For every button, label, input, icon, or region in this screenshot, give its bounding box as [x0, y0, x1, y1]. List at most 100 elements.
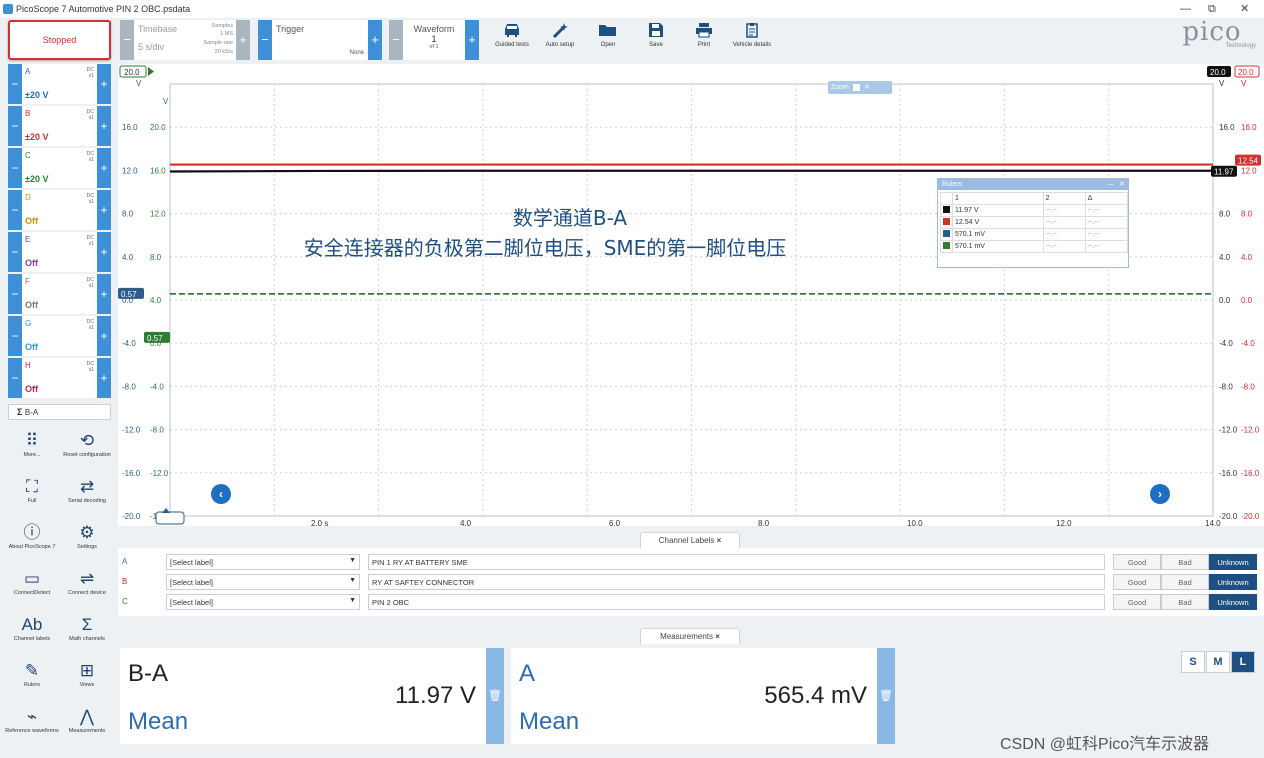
channel-range-decrease-button[interactable]: −	[8, 316, 22, 356]
channel-g-control[interactable]: − G DC x1 Off +	[8, 316, 111, 356]
size-medium-button[interactable]: M	[1206, 651, 1230, 673]
trigger-increase-button[interactable]: +	[368, 20, 382, 60]
rulers-button[interactable]: ✎ Rulers	[5, 660, 59, 688]
good-button[interactable]: Good	[1113, 594, 1161, 610]
unknown-button[interactable]: Unknown	[1209, 574, 1257, 590]
print-button[interactable]: Print	[680, 22, 728, 48]
channel-labels-tab[interactable]: Channel Labels ×	[640, 532, 740, 548]
channel-e-control[interactable]: − E DC x1 Off +	[8, 232, 111, 272]
good-button[interactable]: Good	[1113, 574, 1161, 590]
channel-range-increase-button[interactable]: +	[97, 64, 111, 104]
measurements-tab[interactable]: Measurements ×	[640, 628, 740, 644]
scope-view[interactable]: 16.020.016.016.012.016.012.012.08.012.08…	[118, 64, 1264, 528]
y-unit-right-red: V	[1241, 79, 1247, 88]
math-channel-item[interactable]: Σ B-A	[8, 404, 111, 420]
timebase-increase-button[interactable]: +	[236, 20, 250, 60]
views-button[interactable]: ⊞ Views	[60, 660, 114, 688]
reset-configuration-button[interactable]: ⟲ Reset configuration	[60, 430, 114, 458]
close-icon[interactable]: ✕	[1240, 0, 1249, 18]
rulers-panel[interactable]: Rulers — ✕ 12Δ 11.97 V --.-- --.-- 12.54…	[937, 178, 1129, 268]
channel-range-decrease-button[interactable]: −	[8, 232, 22, 272]
y-tick-right-red: -8.0	[1241, 382, 1255, 391]
probe-value: x1	[88, 325, 94, 331]
next-waveform-button[interactable]: ›	[1150, 484, 1170, 504]
fullscreen-icon: ⛶	[26, 477, 38, 496]
channel-range-decrease-button[interactable]: −	[8, 148, 22, 188]
channel-id: H	[25, 361, 31, 370]
channel-f-control[interactable]: − F DC x1 Off +	[8, 274, 111, 314]
bad-button[interactable]: Bad	[1161, 574, 1209, 590]
size-small-button[interactable]: S	[1181, 651, 1205, 673]
settings-button[interactable]: ⚙ Settings	[60, 522, 114, 550]
stop-start-button[interactable]: Stopped	[8, 20, 111, 60]
save-button[interactable]: Save	[632, 22, 680, 48]
delete-measurement-button[interactable]: 🗑	[486, 648, 504, 744]
label-select-dropdown[interactable]: [Select label] ▼	[166, 594, 360, 610]
channel-range-increase-button[interactable]: +	[97, 106, 111, 146]
connectdetect-button[interactable]: ▭ ConnectDetect	[5, 568, 59, 596]
channel-a-control[interactable]: − A DC x1 ±20 V +	[8, 64, 111, 104]
time-ruler-handle[interactable]	[155, 511, 185, 525]
label-select-dropdown[interactable]: [Select label] ▼	[166, 574, 360, 590]
full-button[interactable]: ⛶ Full	[5, 476, 59, 504]
measurement-card[interactable]: B-A 11.97 V Mean	[120, 648, 486, 744]
timebase-decrease-button[interactable]: −	[120, 20, 134, 60]
trace-b-a	[169, 169, 1213, 173]
serial-decoding-button[interactable]: ⇄ Serial decoding	[60, 476, 114, 504]
channel-b-control[interactable]: − B DC x1 ±20 V +	[8, 106, 111, 146]
about-picoscope-7-button[interactable]: ⓘ About PicoScope 7	[5, 522, 59, 550]
channel-range-decrease-button[interactable]: −	[8, 274, 22, 314]
bad-button[interactable]: Bad	[1161, 594, 1209, 610]
delete-measurement-button[interactable]: 🗑	[877, 648, 895, 744]
timebase-control[interactable]: Timebase 5 s/div Samples 1 MS Sample rat…	[134, 20, 236, 60]
open-button[interactable]: Open	[584, 22, 632, 48]
previous-waveform-button[interactable]: ‹	[211, 484, 231, 504]
connect-device-button[interactable]: ⇌ Connect device	[60, 568, 114, 596]
more--button[interactable]: ⠿ More...	[5, 430, 59, 458]
rulers-close-icon[interactable]: ✕	[1119, 179, 1125, 190]
channel-range-decrease-button[interactable]: −	[8, 190, 22, 230]
measurements-button[interactable]: ⋀ Measurements	[60, 706, 114, 734]
math-channels-button[interactable]: Σ Math channels	[60, 614, 114, 642]
channel-range-decrease-button[interactable]: −	[8, 64, 22, 104]
zoom-restore-icon[interactable]	[852, 83, 860, 91]
channel-c-control[interactable]: − C DC x1 ±20 V +	[8, 148, 111, 188]
auto-setup-button[interactable]: Auto setup	[536, 22, 584, 48]
label-text-input[interactable]: PIN 1 RY AT BATTERY SME	[368, 554, 1105, 570]
minimize-icon[interactable]: —	[1180, 0, 1191, 18]
label-text-input[interactable]: PIN 2 OBC	[368, 594, 1105, 610]
measurement-card[interactable]: A 565.4 mV Mean	[511, 648, 877, 744]
channel-range-increase-button[interactable]: +	[97, 358, 111, 398]
bad-button[interactable]: Bad	[1161, 554, 1209, 570]
views-icon: ⊞	[79, 661, 95, 680]
unknown-button[interactable]: Unknown	[1209, 594, 1257, 610]
waveform-control[interactable]: Waveform 1 of 1	[403, 20, 465, 60]
guided-tests-button[interactable]: Guided tests	[488, 22, 536, 48]
channel-range-decrease-button[interactable]: −	[8, 106, 22, 146]
waveform-decrease-button[interactable]: −	[389, 20, 403, 60]
channel-range-increase-button[interactable]: +	[97, 148, 111, 188]
label-select-dropdown[interactable]: [Select label] ▼	[166, 554, 360, 570]
zoom-close-icon[interactable]: ✕	[864, 84, 870, 91]
trigger-control[interactable]: Trigger None	[272, 20, 368, 60]
trigger-decrease-button[interactable]: −	[258, 20, 272, 60]
good-button[interactable]: Good	[1113, 554, 1161, 570]
channel-range-increase-button[interactable]: +	[97, 232, 111, 272]
channel-range-increase-button[interactable]: +	[97, 190, 111, 230]
channel-d-control[interactable]: − D DC x1 Off +	[8, 190, 111, 230]
vehicle-details-button[interactable]: Vehicle details	[728, 22, 776, 48]
unknown-button[interactable]: Unknown	[1209, 554, 1257, 570]
channel-labels-button[interactable]: Ab Channel labels	[5, 614, 59, 642]
channel-range-decrease-button[interactable]: −	[8, 358, 22, 398]
channel-range-increase-button[interactable]: +	[97, 274, 111, 314]
channel-h-control[interactable]: − H DC x1 Off +	[8, 358, 111, 398]
size-large-button[interactable]: L	[1231, 651, 1255, 673]
channel-range-increase-button[interactable]: +	[97, 316, 111, 356]
label-text-input[interactable]: RY AT SAFTEY CONNECTOR	[368, 574, 1105, 590]
rulers-minimize-icon[interactable]: —	[1107, 179, 1114, 190]
reference-waveforms-button[interactable]: ⌁ Reference waveforms	[5, 706, 59, 734]
scope-graph[interactable]: 16.020.016.016.012.016.012.012.08.012.08…	[118, 64, 1264, 528]
restore-icon[interactable]: ⧉	[1208, 0, 1216, 18]
zoom-overview[interactable]: Zoom ✕	[828, 81, 892, 94]
waveform-increase-button[interactable]: +	[465, 20, 479, 60]
